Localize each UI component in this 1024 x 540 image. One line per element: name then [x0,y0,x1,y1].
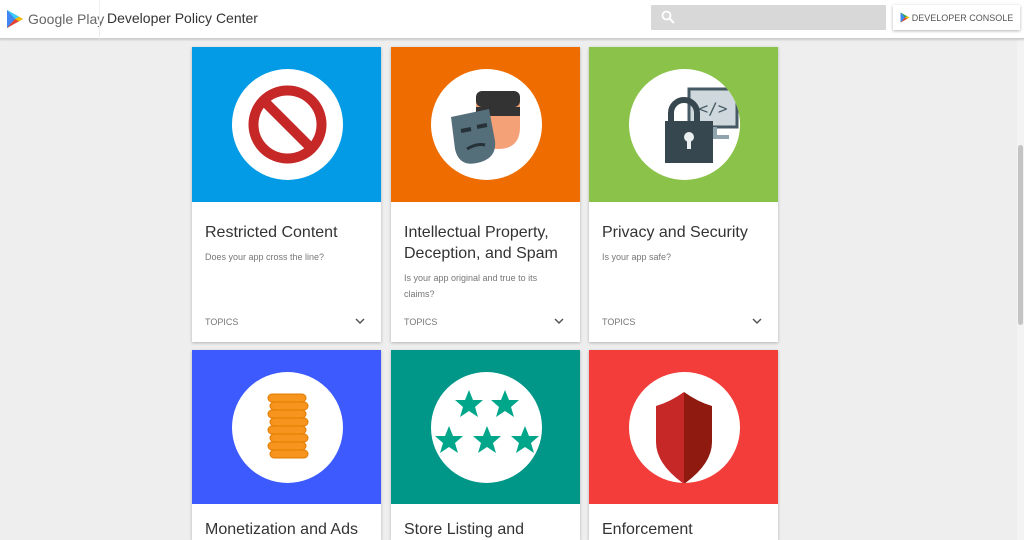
chevron-down-icon[interactable] [554,318,564,325]
scrollbar-thumb[interactable] [1018,145,1023,325]
card-title: Store Listing and [404,521,525,538]
card-restricted-content[interactable]: Restricted Content Does your app cross t… [192,47,381,342]
chevron-down-icon[interactable] [752,318,762,325]
search-input[interactable] [651,5,886,30]
page-title: Developer Policy Center [107,10,258,26]
card-image [391,350,580,504]
card-image [391,47,580,202]
divider [99,0,100,39]
chevron-down-icon[interactable] [355,318,365,325]
top-bar: Google Play Developer Policy Center DEVE… [0,0,1024,39]
prohibited-icon [248,85,327,164]
card-title: Monetization and Ads [205,521,358,538]
card-image [192,47,381,202]
card-title: Restricted Content [205,224,338,241]
card-description: Is your app original and true to its cla… [404,273,538,299]
topics-label[interactable]: TOPICS [404,317,437,327]
stars-icon [435,390,539,453]
card-title: Enforcement [602,521,693,538]
google-play-logo[interactable]: Google Play [6,9,104,29]
card-store-listing[interactable]: Store Listing and [391,350,580,540]
card-description: Is your app safe? [602,252,672,262]
play-logo-icon [7,10,23,28]
card-monetization-ads[interactable]: Monetization and Ads [192,350,381,540]
shield-icon [656,392,712,483]
developer-console-button[interactable]: DEVELOPER CONSOLE [893,5,1020,30]
topics-label[interactable]: TOPICS [205,317,238,327]
console-label: DEVELOPER CONSOLE [911,12,1014,23]
masks-icon [451,91,520,164]
card-intellectual-property[interactable]: Intellectual Property, Deception, and Sp… [391,47,580,342]
card-privacy-security[interactable]: </> Privacy and Security Is your app saf… [589,47,778,342]
scrollbar[interactable] [1017,40,1024,540]
svg-text:</>: </> [699,99,728,118]
coins-icon [267,393,309,459]
card-image: </> [589,47,778,202]
card-title: Privacy and Security [602,224,748,241]
card-description: Does your app cross the line? [205,252,325,262]
card-image [192,350,381,504]
search-icon [661,10,675,24]
lock-monitor-icon: </> [665,87,739,163]
card-image [589,350,778,504]
play-icon [900,12,910,23]
topics-label[interactable]: TOPICS [602,317,635,327]
logo-text: Google Play [28,11,105,27]
card-enforcement[interactable]: Enforcement [589,350,778,540]
card-title: Intellectual Property, Deception, and Sp… [404,224,558,262]
